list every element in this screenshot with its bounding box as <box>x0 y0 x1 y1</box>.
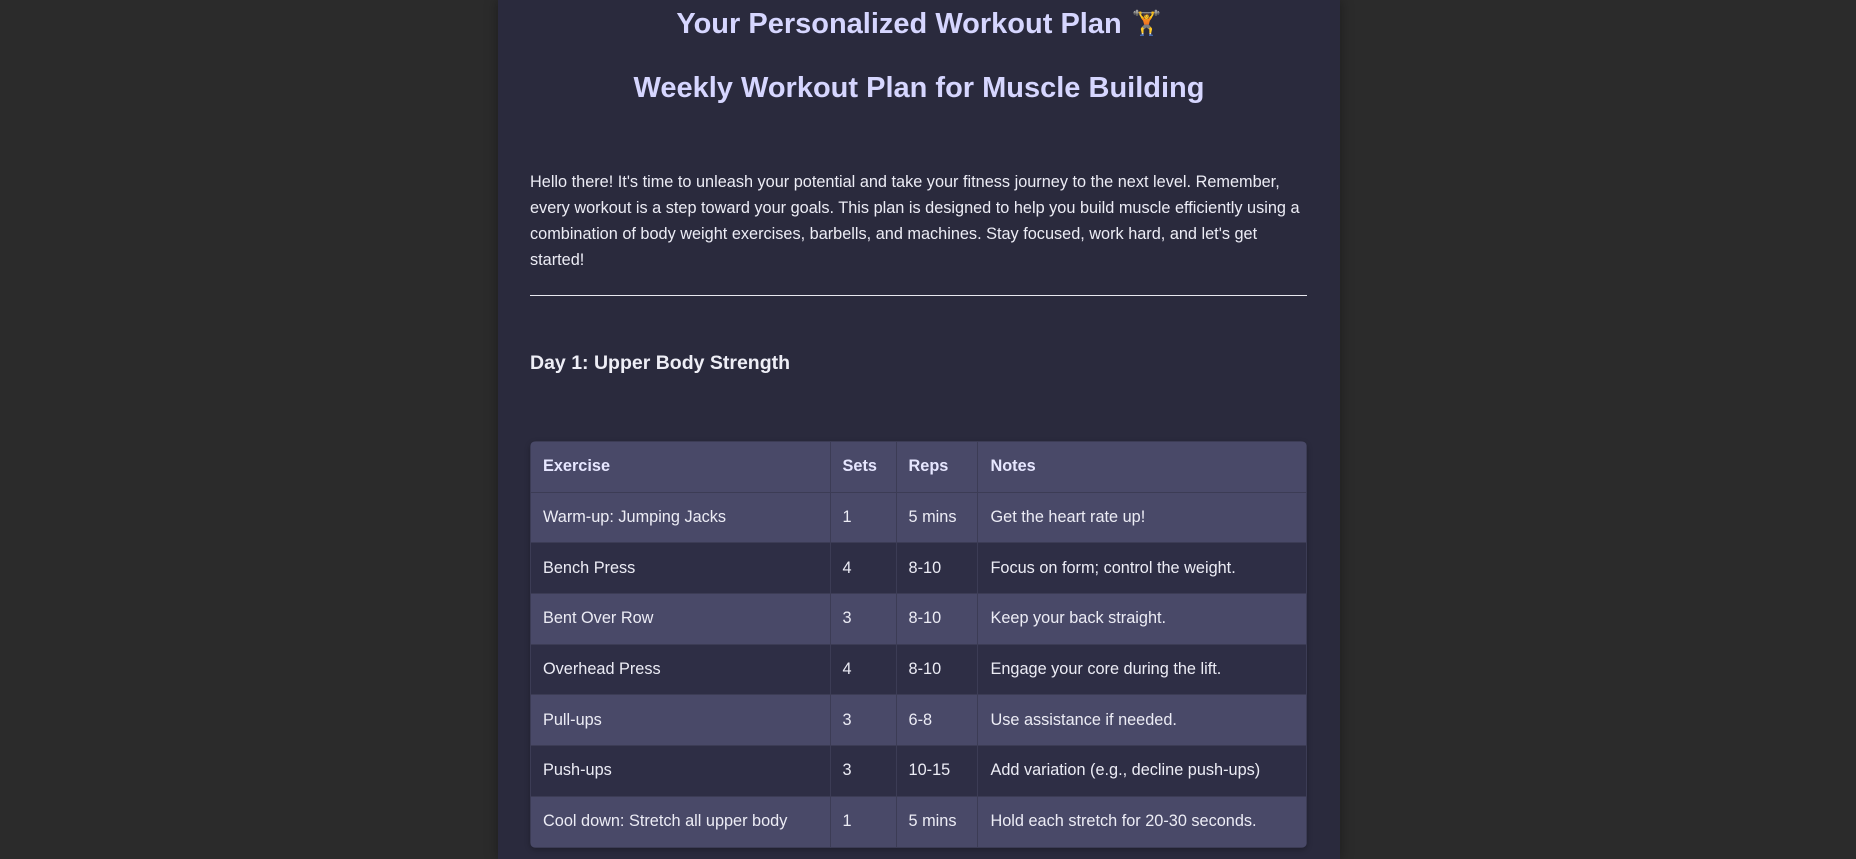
table-row: Pull-ups 3 6-8 Use assistance if needed. <box>530 694 1307 747</box>
exercise-cell: Bent Over Row <box>530 593 831 645</box>
exercise-cell: Warm-up: Jumping Jacks <box>530 491 831 544</box>
reps-cell: 8-10 <box>895 643 979 696</box>
reps-cell: 10-15 <box>895 745 979 797</box>
section-divider <box>530 295 1307 296</box>
column-header-sets: Sets <box>829 441 897 493</box>
exercise-cell: Overhead Press <box>530 643 831 696</box>
page-subtitle: Weekly Workout Plan for Muscle Building <box>633 72 1205 104</box>
page-title: Your Personalized Workout Plan 🏋️ <box>498 6 1340 42</box>
sets-cell: 1 <box>829 795 897 848</box>
exercise-cell: Push-ups <box>530 745 831 797</box>
notes-cell: Add variation (e.g., decline push-ups) <box>977 745 1307 797</box>
notes-cell: Focus on form; control the weight. <box>977 542 1307 595</box>
reps-cell: 5 mins <box>895 491 979 544</box>
page-title-text: Your Personalized Workout Plan <box>676 8 1122 40</box>
exercise-cell: Cool down: Stretch all upper body <box>530 795 831 848</box>
column-header-reps: Reps <box>895 441 979 493</box>
table-row: Overhead Press 4 8-10 Engage your core d… <box>530 643 1307 696</box>
notes-cell: Get the heart rate up! <box>977 491 1307 544</box>
day-1-workout-table: Exercise Sets Reps Notes Warm-up: Jumpin… <box>530 441 1307 848</box>
table-row: Bent Over Row 3 8-10 Keep your back stra… <box>530 593 1307 645</box>
column-header-notes: Notes <box>977 441 1307 493</box>
sets-cell: 1 <box>829 491 897 544</box>
notes-cell: Keep your back straight. <box>977 593 1307 645</box>
sets-cell: 3 <box>829 694 897 747</box>
reps-cell: 6-8 <box>895 694 979 747</box>
table-row: Push-ups 3 10-15 Add variation (e.g., de… <box>530 745 1307 797</box>
sets-cell: 3 <box>829 593 897 645</box>
sets-cell: 4 <box>829 542 897 595</box>
day-1-table-container: Exercise Sets Reps Notes Warm-up: Jumpin… <box>530 441 1307 848</box>
table-row: Warm-up: Jumping Jacks 1 5 mins Get the … <box>530 491 1307 544</box>
table-header-row: Exercise Sets Reps Notes <box>530 441 1307 493</box>
day-1-heading: Day 1: Upper Body Strength <box>530 352 791 374</box>
reps-cell: 8-10 <box>895 542 979 595</box>
sets-cell: 3 <box>829 745 897 797</box>
sets-cell: 4 <box>829 643 897 696</box>
notes-cell: Use assistance if needed. <box>977 694 1307 747</box>
table-row: Bench Press 4 8-10 Focus on form; contro… <box>530 542 1307 595</box>
notes-cell: Hold each stretch for 20-30 seconds. <box>977 795 1307 848</box>
exercise-cell: Pull-ups <box>530 694 831 747</box>
weightlifter-icon: 🏋️ <box>1131 10 1162 37</box>
workout-plan-page: Your Personalized Workout Plan 🏋️ Weekly … <box>498 0 1340 859</box>
intro-paragraph: Hello there! It's time to unleash your p… <box>530 173 1300 269</box>
exercise-cell: Bench Press <box>530 542 831 595</box>
reps-cell: 5 mins <box>895 795 979 848</box>
table-row: Cool down: Stretch all upper body 1 5 mi… <box>530 795 1307 848</box>
reps-cell: 8-10 <box>895 593 979 645</box>
column-header-exercise: Exercise <box>530 441 831 493</box>
notes-cell: Engage your core during the lift. <box>977 643 1307 696</box>
